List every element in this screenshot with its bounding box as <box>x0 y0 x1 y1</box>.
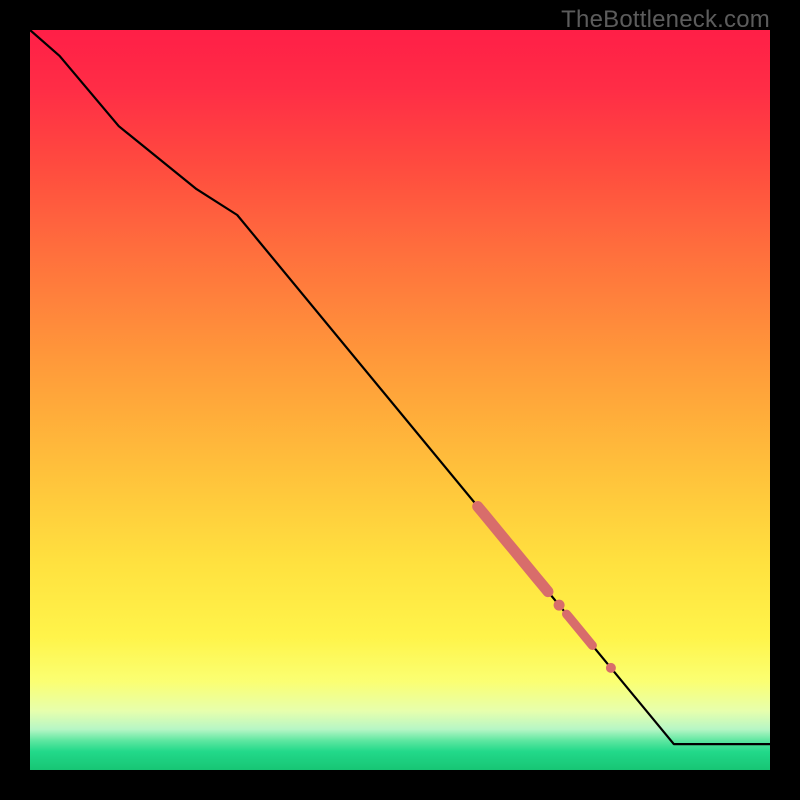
highlight-segment <box>478 506 548 591</box>
watermark-text: TheBottleneck.com <box>561 6 770 34</box>
bottleneck-curve <box>30 30 770 744</box>
curve-layer <box>30 30 770 770</box>
chart-stage: TheBottleneck.com <box>0 0 800 800</box>
plot-area <box>30 30 770 770</box>
highlight-dot <box>606 663 616 673</box>
highlight-group <box>478 506 616 672</box>
highlight-segment <box>567 614 593 645</box>
highlight-dot <box>554 600 565 611</box>
